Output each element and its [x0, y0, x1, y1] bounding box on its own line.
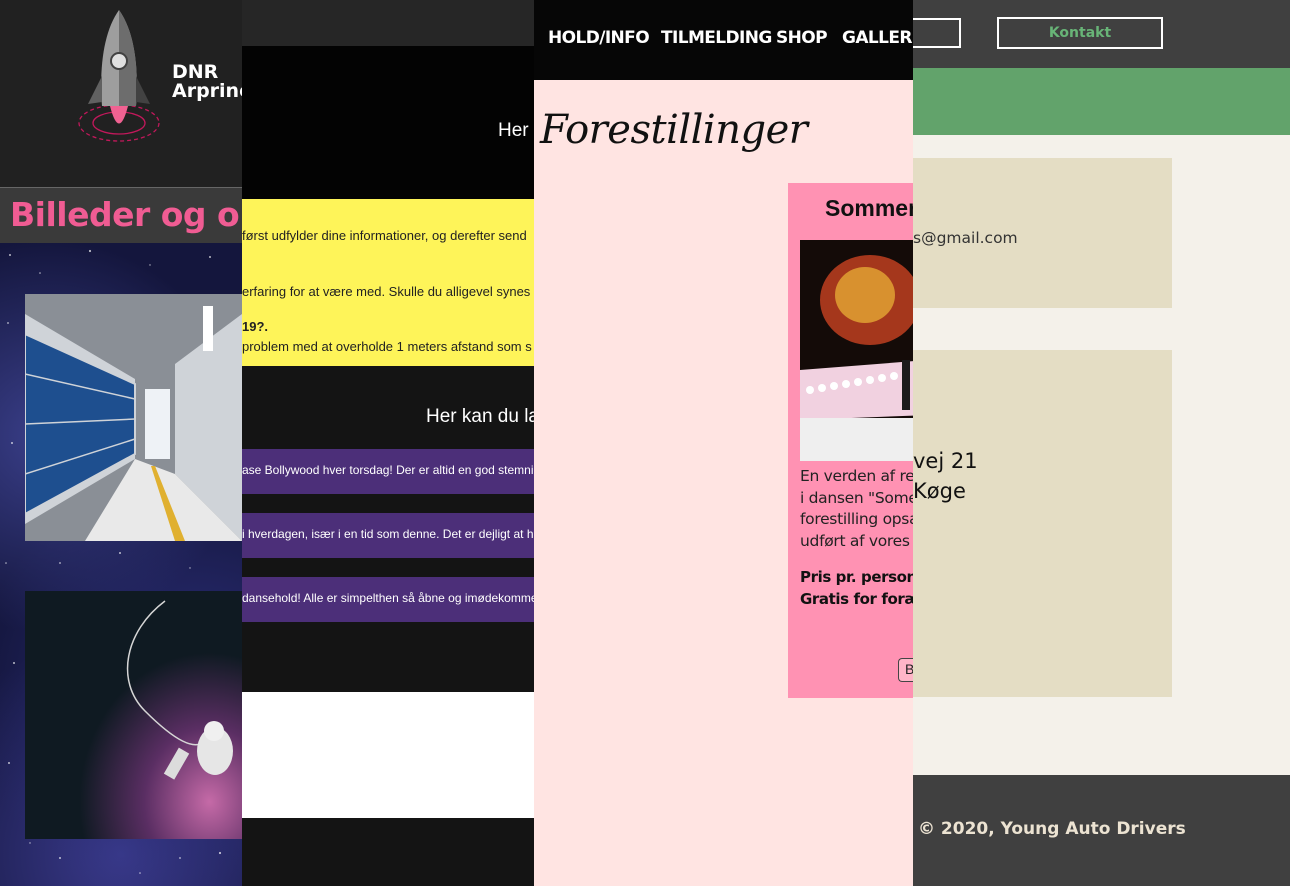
- desc-line: udført af vores: [800, 531, 910, 550]
- performances-panel: HOLD/INFO TILMELDING SHOP GALLERI Forest…: [534, 0, 913, 886]
- info-line-1: først udfylder dine informationer, og de…: [242, 228, 527, 243]
- performance-card: Sommer En verden af re i dansen "Somer f…: [788, 183, 913, 698]
- dance-signup-panel: Her først udfylder dine informationer, o…: [242, 0, 534, 886]
- card-description: En verden af re i dansen "Somer forestil…: [800, 466, 913, 552]
- card-price: Pris pr. person: Gratis for foræld: [800, 567, 913, 610]
- desc-line: En verden af re: [800, 467, 913, 485]
- nav-item-galleri[interactable]: GALLERI: [842, 28, 913, 48]
- review-item: i hverdagen, især i en tid som denne. De…: [242, 513, 534, 558]
- hero-section: [242, 46, 534, 199]
- site-header: DNR Arprinc: [0, 0, 242, 187]
- top-bar: [242, 0, 534, 46]
- brand-name[interactable]: DNR Arprinc: [172, 63, 242, 101]
- review-item: ase Bollywood hver torsdag! Der er altid…: [242, 449, 534, 494]
- reviews-heading: Her kan du læ: [426, 406, 534, 427]
- nav-button[interactable]: [913, 18, 961, 48]
- address-box: vej 21 Køge: [913, 350, 1172, 697]
- review-text: ase Bollywood hver torsdag! Der er altid…: [242, 463, 534, 477]
- page-title: Billeder og op: [10, 195, 242, 234]
- rocket-logo-icon[interactable]: [74, 6, 164, 156]
- info-line-4: problem med at overholde 1 meters afstan…: [242, 339, 532, 354]
- astronaut-image-icon: [25, 591, 242, 839]
- copyright-text: © 2020, Young Auto Drivers: [918, 819, 1186, 839]
- tunnel-image-icon: [25, 294, 242, 541]
- review-item: dansehold! Alle er simpelthen så åbne og…: [242, 577, 534, 622]
- review-text: i hverdagen, især i en tid som denne. De…: [242, 527, 534, 541]
- review-text: dansehold! Alle er simpelthen så åbne og…: [242, 591, 534, 605]
- card-title: Sommer: [825, 195, 913, 221]
- auto-drivers-panel: Kontakt s@gmail.com vej 21 Køge © 2020, …: [913, 0, 1290, 886]
- info-line-2: erfaring for at være med. Skulle du alli…: [242, 284, 531, 299]
- tunnel-photo[interactable]: [25, 294, 242, 541]
- astronaut-photo[interactable]: [25, 591, 242, 839]
- nav-item-tilmelding[interactable]: TILMELDING: [661, 28, 772, 48]
- price-line: Pris pr. person:: [800, 568, 913, 586]
- performance-photo: [800, 240, 913, 461]
- nav-item-hold-info[interactable]: HOLD/INFO: [548, 28, 650, 48]
- main-nav: HOLD/INFO TILMELDING SHOP GALLERI: [534, 0, 913, 80]
- site-footer: © 2020, Young Auto Drivers: [913, 775, 1290, 886]
- bottom-section: [242, 818, 534, 886]
- price-line: Gratis for foræld: [800, 589, 913, 608]
- page-title: Forestillinger: [540, 107, 808, 153]
- nav-item-shop[interactable]: SHOP: [776, 28, 828, 48]
- stage-image-icon: [800, 240, 913, 461]
- top-bar: Kontakt: [913, 0, 1290, 68]
- contact-info-box: s@gmail.com: [913, 158, 1172, 308]
- page-title-bar: Billeder og op: [0, 187, 242, 243]
- white-section: [242, 692, 534, 818]
- address-line-2: Køge: [913, 479, 966, 503]
- desc-line: forestilling opsa: [800, 510, 913, 528]
- green-banner: [913, 68, 1290, 135]
- brand-line-2: Arprinc: [172, 80, 242, 102]
- contact-button[interactable]: Kontakt: [997, 17, 1163, 49]
- rocket-site-panel: DNR Arprinc Billeder og op: [0, 0, 242, 886]
- book-button[interactable]: B: [898, 658, 913, 682]
- email-text[interactable]: s@gmail.com: [913, 229, 1018, 247]
- info-line-3: 19?.: [242, 319, 269, 334]
- info-box: først udfylder dine informationer, og de…: [242, 199, 534, 366]
- hero-heading: Her: [498, 120, 529, 141]
- address-text: vej 21 Køge: [913, 446, 978, 506]
- desc-line: i dansen "Somer: [800, 488, 913, 507]
- address-line-1: vej 21: [913, 449, 978, 473]
